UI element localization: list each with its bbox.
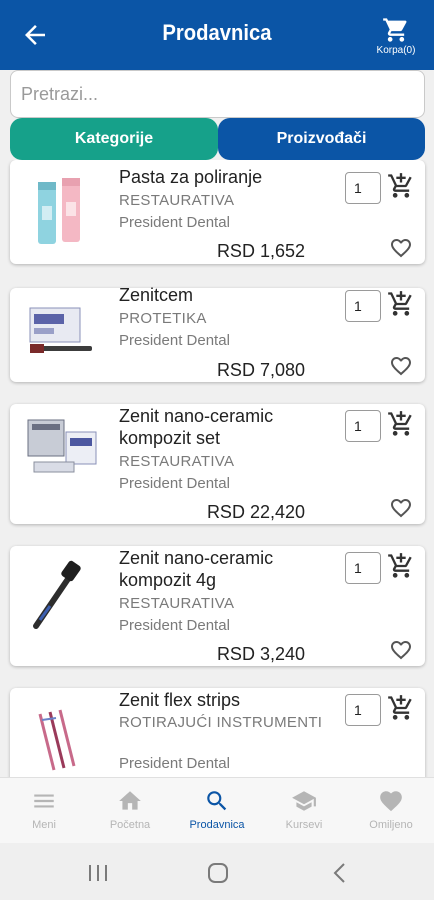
product-card[interactable]: Pasta za poliranje RESTAURATIVA Presiden… <box>10 160 425 264</box>
home-button-icon[interactable] <box>207 862 229 884</box>
product-category: PROTETIKA <box>119 310 207 327</box>
favorite-heart-icon[interactable] <box>388 354 414 378</box>
search-icon <box>207 791 227 811</box>
product-card[interactable]: Zenit flex strips ROTIRAJUĆI INSTRUMENTI… <box>10 688 425 777</box>
app-screen: Prodavnica Korpa(0) Kategorije Proizvođa… <box>0 0 434 900</box>
add-to-cart-icon[interactable] <box>387 172 415 200</box>
heart-icon <box>380 791 402 812</box>
product-brand: President Dental <box>119 332 230 349</box>
quantity-input[interactable] <box>345 552 381 584</box>
favorite-heart-icon[interactable] <box>388 236 414 260</box>
product-category: ROTIRAJUĆI INSTRUMENTI <box>119 714 323 731</box>
quantity-input[interactable] <box>345 694 381 726</box>
nav-label: Omiljeno <box>369 819 413 831</box>
product-card[interactable]: Zenit nano-ceramic kompozit set RESTAURA… <box>10 404 425 524</box>
nav-label: Meni <box>32 819 56 831</box>
cart-button[interactable]: Korpa(0) <box>368 16 424 64</box>
menu-icon <box>34 794 54 808</box>
recent-apps-icon[interactable] <box>87 863 109 883</box>
nav-item-meni[interactable]: Meni <box>1 788 87 831</box>
tab-kategorije[interactable]: Kategorije <box>10 118 218 160</box>
shopping-cart-icon <box>383 18 407 42</box>
app-bar: Prodavnica Korpa(0) <box>0 0 434 70</box>
product-name[interactable]: Zenit nano-ceramic kompozit set <box>119 405 344 449</box>
product-name[interactable]: Zenitcem <box>119 284 344 306</box>
product-name[interactable]: Zenit flex strips <box>119 689 344 711</box>
favorite-heart-icon[interactable] <box>388 496 414 520</box>
product-name[interactable]: Zenit nano-ceramic kompozit 4g <box>119 547 344 591</box>
product-image <box>38 178 80 244</box>
bottom-navigation: Meni Početna Prodavnica Kursevi Omiljeno <box>0 777 434 843</box>
product-brand: President Dental <box>119 617 230 634</box>
home-icon <box>119 791 141 810</box>
nav-item-prodavnica[interactable]: Prodavnica <box>174 788 260 831</box>
quantity-input[interactable] <box>345 290 381 322</box>
product-category: RESTAURATIVA <box>119 453 235 470</box>
product-brand: President Dental <box>119 475 230 492</box>
quantity-input[interactable] <box>345 410 381 442</box>
product-image <box>33 560 81 629</box>
back-nav-icon[interactable] <box>330 862 350 884</box>
product-price: RSD 22,420 <box>206 502 305 522</box>
nav-label: Prodavnica <box>189 819 245 831</box>
nav-label: Početna <box>109 819 151 831</box>
nav-item-pocetna[interactable]: Početna <box>87 788 173 831</box>
product-image <box>27 419 97 473</box>
graduation-cap-icon <box>292 791 316 811</box>
tab-proizvodjaci[interactable]: Proizvođači <box>218 118 425 160</box>
product-brand: President Dental <box>119 214 230 231</box>
product-category: RESTAURATIVA <box>119 595 235 612</box>
search-input[interactable] <box>10 70 425 118</box>
product-brand: President Dental <box>119 755 230 772</box>
nav-label: Kursevi <box>285 819 323 831</box>
add-to-cart-icon[interactable] <box>387 694 415 722</box>
product-card[interactable]: Zenit nano-ceramic kompozit 4g RESTAURAT… <box>10 546 425 666</box>
add-to-cart-icon[interactable] <box>387 290 415 318</box>
product-card[interactable]: Zenitcem PROTETIKA President Dental RSD … <box>10 285 425 382</box>
product-price: RSD 7,080 <box>216 360 305 380</box>
product-list[interactable]: Pasta za poliranje RESTAURATIVA Presiden… <box>0 160 434 777</box>
add-to-cart-icon[interactable] <box>387 410 415 438</box>
product-category: RESTAURATIVA <box>119 192 235 209</box>
nav-item-omiljeno[interactable]: Omiljeno <box>348 788 434 831</box>
page-title: Prodavnica <box>162 20 272 45</box>
quantity-input[interactable] <box>345 172 381 204</box>
product-image <box>29 307 92 353</box>
product-price: RSD 1,652 <box>216 241 305 261</box>
product-name[interactable]: Pasta za poliranje <box>119 166 344 188</box>
system-navigation-bar <box>0 843 434 900</box>
product-image <box>38 709 76 771</box>
add-to-cart-icon[interactable] <box>387 552 415 580</box>
nav-item-kursevi[interactable]: Kursevi <box>261 788 347 831</box>
product-price: RSD 3,240 <box>216 644 305 664</box>
cart-count-label: Korpa(0) <box>376 45 416 56</box>
favorite-heart-icon[interactable] <box>388 638 414 662</box>
